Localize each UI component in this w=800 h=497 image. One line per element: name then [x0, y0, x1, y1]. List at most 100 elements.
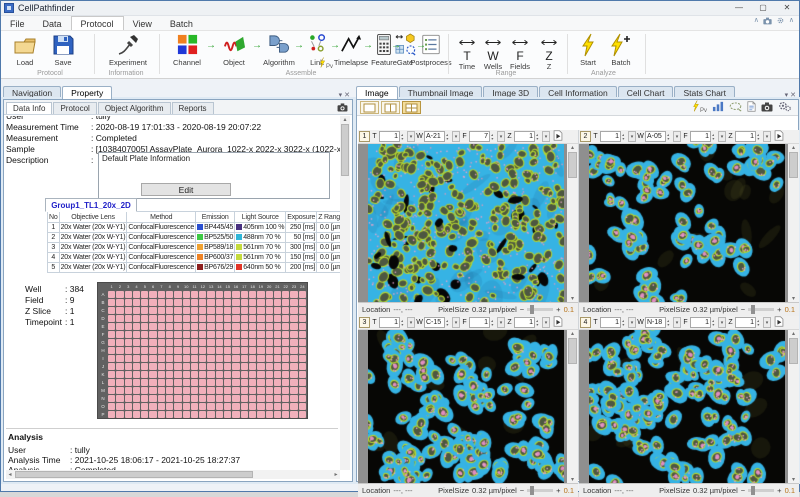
plate-well[interactable]	[257, 347, 264, 354]
plate-well[interactable]	[232, 395, 239, 402]
time-spinner[interactable]: ▴▾	[401, 133, 406, 141]
plate-well[interactable]	[191, 299, 198, 306]
plate-well[interactable]	[207, 371, 214, 378]
zslice-spinner[interactable]: ▴▾	[536, 133, 541, 141]
plate-well[interactable]	[116, 363, 123, 370]
plate-well[interactable]	[282, 299, 289, 306]
plate-well[interactable]	[183, 387, 190, 394]
plate-well[interactable]	[191, 411, 198, 418]
plate-well[interactable]	[232, 323, 239, 330]
plate-well[interactable]	[125, 291, 132, 298]
plate-well[interactable]	[207, 395, 214, 402]
plate-well[interactable]	[108, 315, 115, 322]
tab-object-algorithm[interactable]: Object Algorithm	[98, 102, 171, 114]
tab-cell-chart[interactable]: Cell Chart	[618, 86, 674, 99]
plate-well[interactable]	[224, 355, 231, 362]
plate-well[interactable]	[290, 363, 297, 370]
plate-well[interactable]	[216, 315, 223, 322]
plate-well[interactable]	[249, 371, 256, 378]
plate-well[interactable]	[174, 299, 181, 306]
plate-well[interactable]	[125, 315, 132, 322]
layout-single-button[interactable]	[360, 101, 379, 114]
camera-icon[interactable]	[761, 99, 773, 117]
plate-well[interactable]	[191, 403, 198, 410]
plate-well[interactable]	[299, 339, 306, 346]
plate-well[interactable]	[133, 315, 140, 322]
plate-well[interactable]	[149, 379, 156, 386]
field-input[interactable]: 1	[690, 317, 711, 328]
plate-well[interactable]	[274, 387, 281, 394]
plate-well[interactable]	[141, 323, 148, 330]
plate-well[interactable]	[174, 371, 181, 378]
tab-protocol[interactable]: Protocol	[53, 102, 96, 114]
plate-well[interactable]	[290, 371, 297, 378]
plate-well[interactable]	[290, 291, 297, 298]
well-dropdown[interactable]: ▾	[673, 131, 681, 142]
plate-well[interactable]	[191, 395, 198, 402]
zslice-input[interactable]: 1	[514, 131, 535, 142]
plate-well[interactable]	[274, 331, 281, 338]
minimize-button[interactable]: —	[727, 1, 751, 15]
plate-well[interactable]	[207, 299, 214, 306]
image-viewport[interactable]: ▴▾	[358, 144, 578, 302]
channel-row[interactable]: 420x Water (20x W-Y1)ConfocalFluorescenc…	[48, 253, 351, 263]
plate-well[interactable]	[141, 347, 148, 354]
plate-well[interactable]	[257, 307, 264, 314]
plate-well[interactable]	[207, 363, 214, 370]
load-button[interactable]: Load	[7, 33, 43, 67]
plate-well[interactable]	[282, 347, 289, 354]
well-dropdown[interactable]: ▾	[673, 317, 681, 328]
plate-well[interactable]	[299, 331, 306, 338]
pv-lightning-icon[interactable]: Pv	[692, 99, 707, 117]
plate-well[interactable]	[158, 371, 165, 378]
well-input[interactable]: C-15	[424, 317, 445, 328]
channel-row[interactable]: 520x Water (20x W-Y1)ConfocalFluorescenc…	[48, 263, 351, 273]
field-spinner[interactable]: ▴▾	[491, 319, 496, 327]
plate-well[interactable]	[207, 331, 214, 338]
plate-well[interactable]	[125, 411, 132, 418]
zoom-in-button[interactable]: +	[777, 305, 781, 314]
plate-well[interactable]	[282, 355, 289, 362]
plate-well[interactable]	[191, 307, 198, 314]
plate-well[interactable]	[299, 307, 306, 314]
plate-well[interactable]	[266, 387, 273, 394]
plate-well[interactable]	[116, 299, 123, 306]
plate-well[interactable]	[299, 395, 306, 402]
plate-well[interactable]	[116, 323, 123, 330]
range-fields-button[interactable]: F Fields	[505, 33, 535, 71]
plate-well[interactable]	[241, 387, 248, 394]
plate-well[interactable]	[216, 363, 223, 370]
plate-well[interactable]	[274, 411, 281, 418]
plate-well[interactable]	[125, 347, 132, 354]
tab-property[interactable]: Property	[62, 86, 112, 99]
plate-well[interactable]	[174, 339, 181, 346]
zslice-spinner[interactable]: ▴▾	[757, 319, 762, 327]
plate-well[interactable]	[257, 379, 264, 386]
plate-well[interactable]	[249, 347, 256, 354]
field-spinner[interactable]: ▴▾	[712, 133, 717, 141]
zoom-out-button[interactable]: −	[520, 305, 524, 314]
plate-well[interactable]	[183, 379, 190, 386]
plate-well[interactable]	[299, 403, 306, 410]
layout-quad-button[interactable]	[402, 101, 421, 114]
plate-well[interactable]	[241, 323, 248, 330]
channel-row[interactable]: 220x Water (20x W-Y1)ConfocalFluorescenc…	[48, 233, 351, 243]
plate-well[interactable]	[249, 411, 256, 418]
plate-well[interactable]	[199, 331, 206, 338]
plate-well[interactable]	[108, 411, 115, 418]
plate-well[interactable]	[290, 323, 297, 330]
plate-well[interactable]	[149, 331, 156, 338]
menu-protocol[interactable]: Protocol	[71, 16, 124, 30]
plate-well[interactable]	[108, 299, 115, 306]
plate-well[interactable]	[149, 291, 156, 298]
plate-well[interactable]	[232, 379, 239, 386]
collapse-ribbon-icon[interactable]: ∧	[754, 16, 759, 26]
save-button[interactable]: Save	[45, 33, 81, 67]
settings-gear-icon[interactable]	[776, 12, 785, 30]
plate-well[interactable]	[166, 323, 173, 330]
plate-well[interactable]	[166, 403, 173, 410]
zoom-in-button[interactable]: +	[556, 486, 560, 495]
plate-well[interactable]	[141, 379, 148, 386]
plate-well[interactable]	[116, 315, 123, 322]
zoom-in-button[interactable]: +	[556, 305, 560, 314]
